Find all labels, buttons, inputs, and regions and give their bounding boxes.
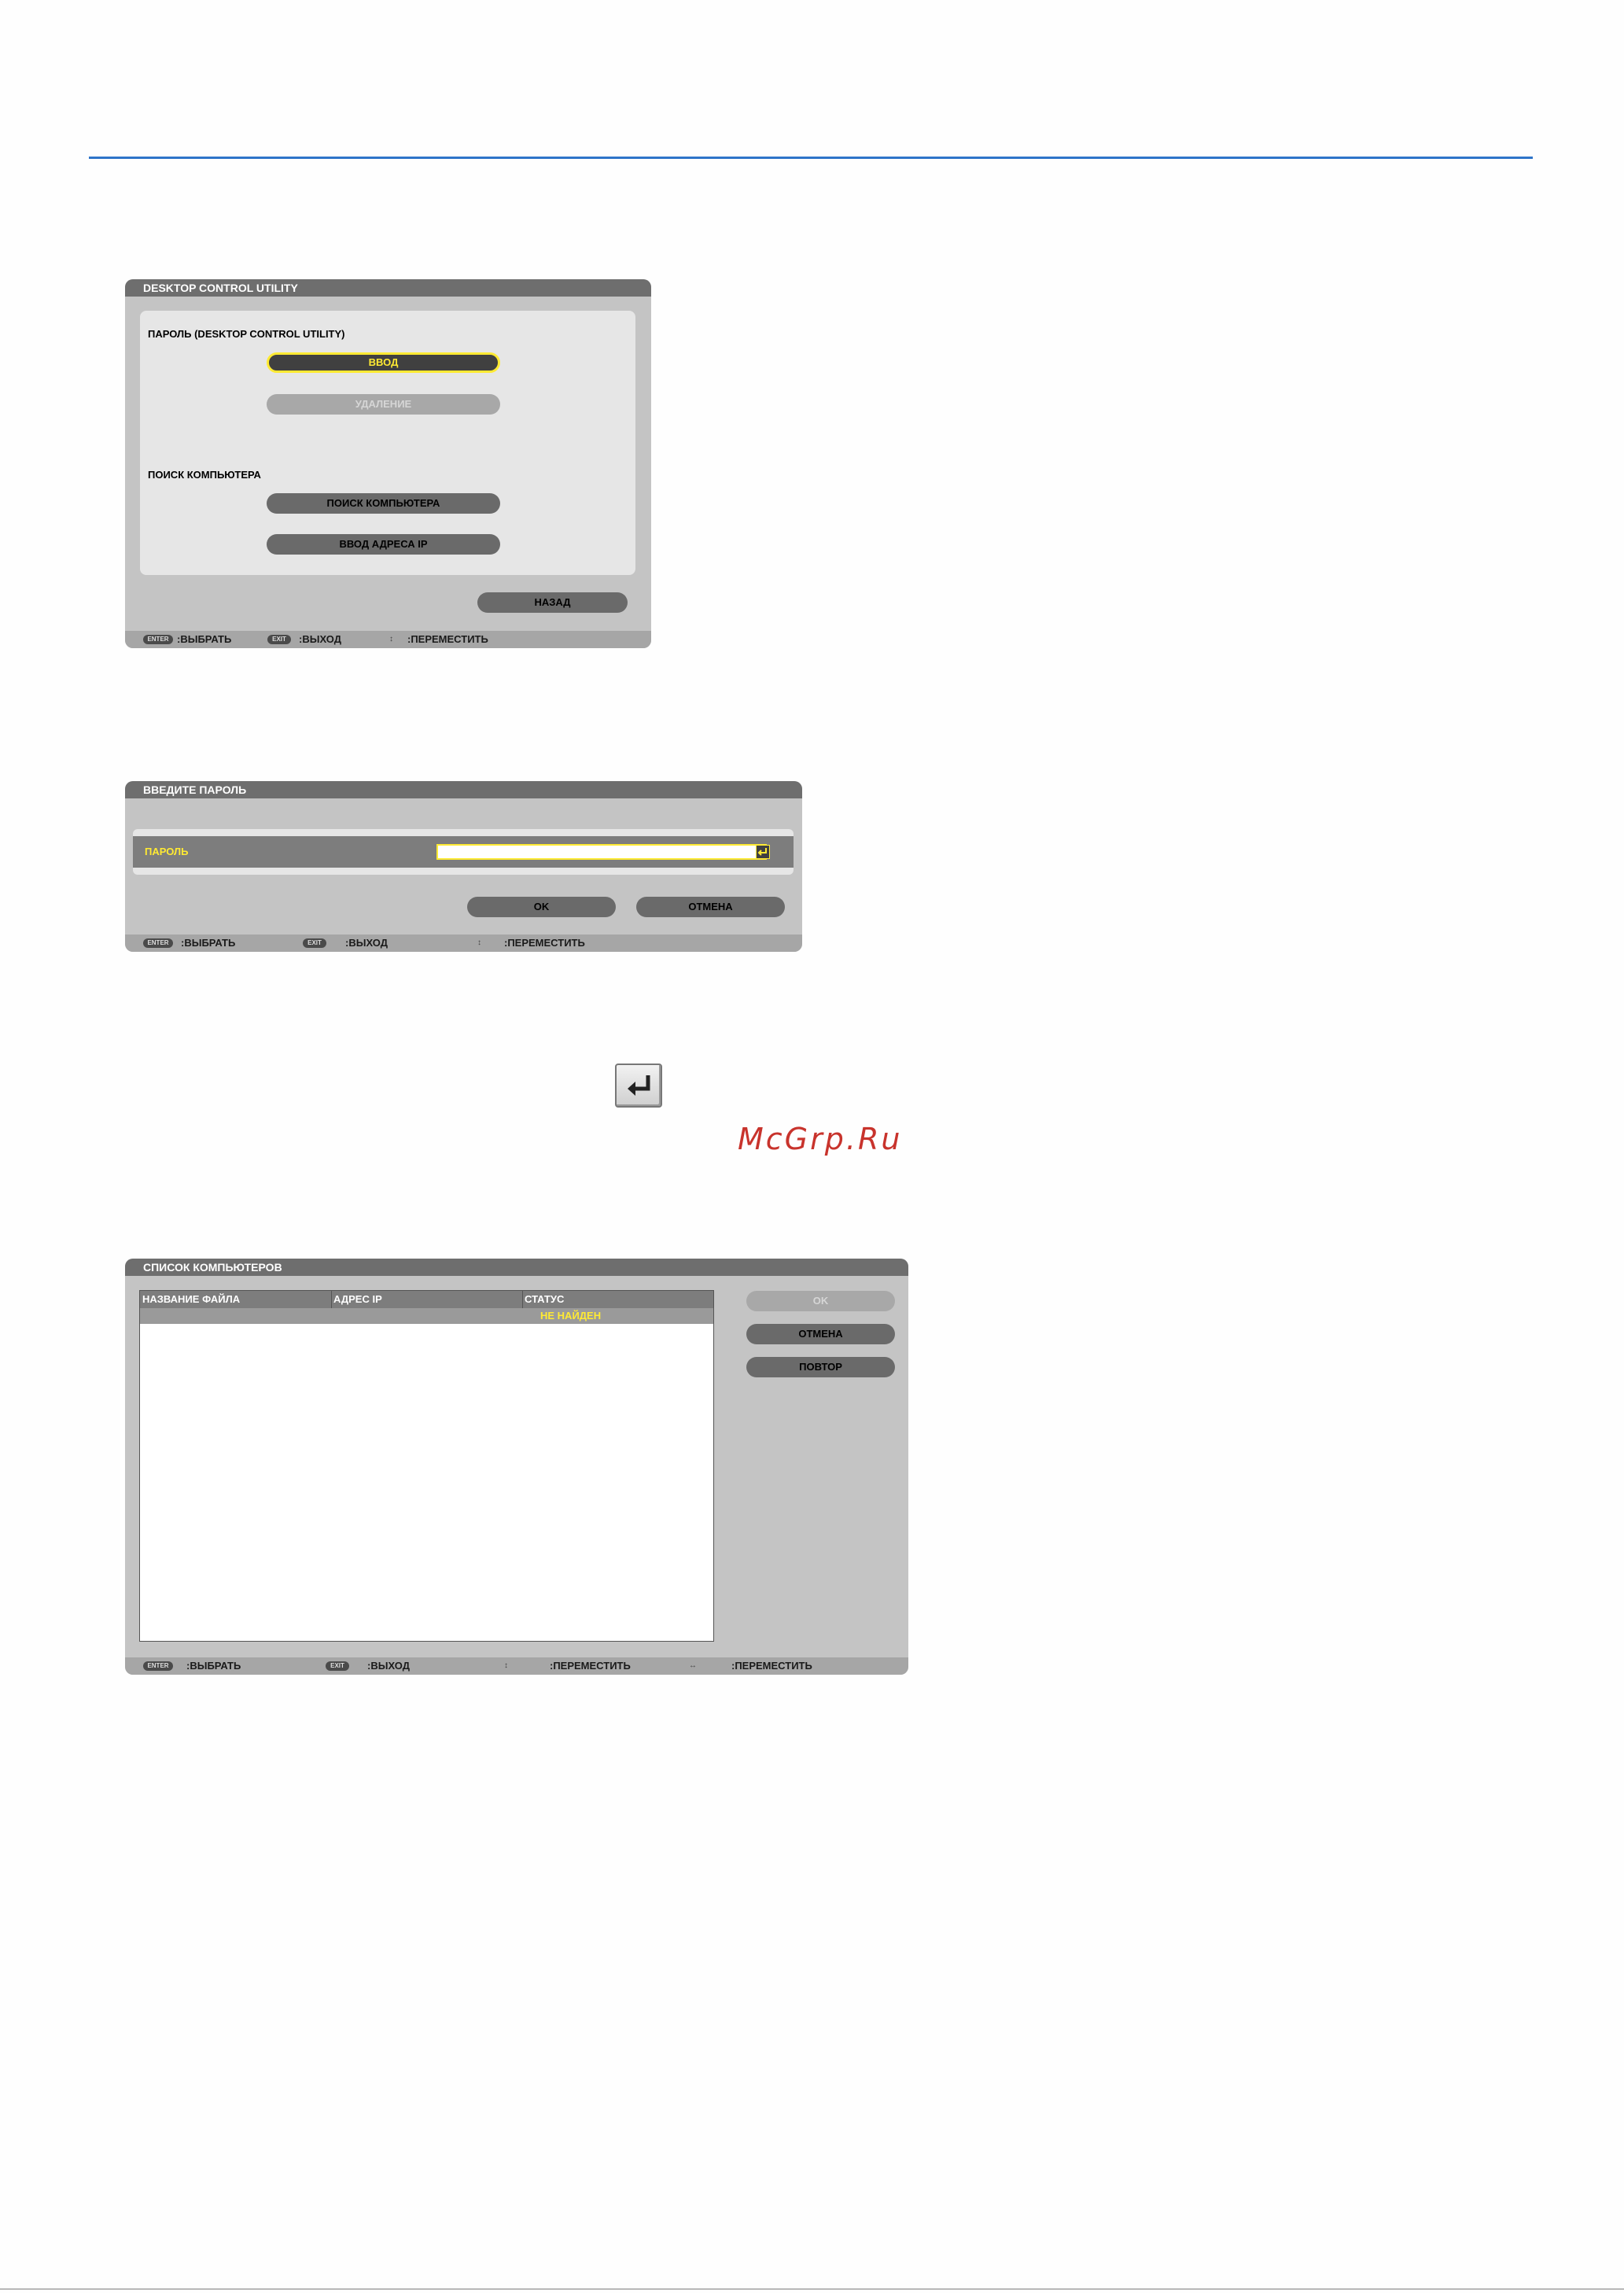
column-header-ip[interactable]: АДРЕС IP [333,1291,382,1308]
footer-select-hint: :ВЫБРАТЬ [186,1660,241,1672]
enter-confirm-icon[interactable] [756,845,770,859]
enter-ip-address-button[interactable]: ВВОД АДРЕСА IP [267,534,500,555]
column-divider [331,1291,332,1308]
ok-button[interactable]: OK [746,1291,895,1311]
enter-password-dialog: ВВЕДИТЕ ПАРОЛЬ ПАРОЛЬ OK ОТМЕНА ENTER :В… [125,781,802,952]
return-arrow-icon [615,1064,662,1108]
footer-select-hint: :ВЫБРАТЬ [181,937,236,949]
enter-key-badge: ENTER [143,1661,173,1671]
dialog-title: ВВЕДИТЕ ПАРОЛЬ [125,781,802,798]
cancel-button[interactable]: ОТМЕНА [636,897,785,917]
table-row[interactable]: НЕ НАЙДЕН [140,1308,713,1324]
delete-password-button[interactable]: УДАЛЕНИЕ [267,394,500,415]
search-section-label: ПОИСК КОМПЬЮТЕРА [148,469,261,481]
up-down-arrows-icon: ↕ [477,938,481,947]
exit-key-badge: EXIT [267,635,291,644]
dialog-footer: ENTER :ВЫБРАТЬ EXIT :ВЫХОД ↕ :ПЕРЕМЕСТИТ… [125,935,802,952]
watermark-text: McGrp.Ru [738,1122,903,1156]
dialog-footer: ENTER :ВЫБРАТЬ EXIT :ВЫХОД ↕ :ПЕРЕМЕСТИТ… [125,631,651,648]
dialog-title: СПИСОК КОМПЬЮТЕРОВ [125,1259,908,1276]
footer-select-hint: :ВЫБРАТЬ [177,633,232,645]
exit-key-badge: EXIT [326,1661,349,1671]
up-down-arrows-icon: ↕ [389,635,393,643]
footer-move-lr-hint: :ПЕРЕМЕСТИТЬ [731,1660,812,1672]
enter-password-button[interactable]: ВВОД [267,352,500,373]
column-header-filename[interactable]: НАЗВАНИЕ ФАЙЛА [142,1291,240,1308]
exit-key-badge: EXIT [303,938,326,948]
cancel-button[interactable]: ОТМЕНА [746,1324,895,1344]
back-button[interactable]: НАЗАД [477,592,628,613]
footer-exit-hint: :ВЫХОД [367,1660,410,1672]
dialog-footer: ENTER :ВЫБРАТЬ EXIT :ВЫХОД ↕ :ПЕРЕМЕСТИТ… [125,1657,908,1675]
footer-move-hint: :ПЕРЕМЕСТИТЬ [504,937,585,949]
footer-move-hint: :ПЕРЕМЕСТИТЬ [407,633,488,645]
password-label: ПАРОЛЬ [145,846,189,857]
header-rule [89,157,1533,159]
table-header: НАЗВАНИЕ ФАЙЛА АДРЕС IP СТАТУС [140,1291,713,1308]
left-right-arrows-icon: ↔ [689,1661,697,1670]
dialog-title: DESKTOP CONTROL UTILITY [125,279,651,297]
column-header-status[interactable]: СТАТУС [525,1291,564,1308]
enter-key-badge: ENTER [143,635,173,644]
footer-exit-hint: :ВЫХОД [299,633,341,645]
computer-list-table[interactable]: НАЗВАНИЕ ФАЙЛА АДРЕС IP СТАТУС НЕ НАЙДЕН [139,1290,714,1642]
column-divider [522,1291,523,1308]
footer-move-hint: :ПЕРЕМЕСТИТЬ [550,1660,631,1672]
retry-button[interactable]: ПОВТОР [746,1357,895,1377]
footer-exit-hint: :ВЫХОД [345,937,388,949]
password-section-label: ПАРОЛЬ (DESKTOP CONTROL UTILITY) [148,328,345,340]
password-input[interactable] [436,844,767,860]
enter-key-badge: ENTER [143,938,173,948]
computer-list-dialog: СПИСОК КОМПЬЮТЕРОВ НАЗВАНИЕ ФАЙЛА АДРЕС … [125,1259,908,1675]
row-status: НЕ НАЙДЕН [540,1310,602,1322]
search-computer-button[interactable]: ПОИСК КОМПЬЮТЕРА [267,493,500,514]
footer-rule [0,2288,1624,2290]
up-down-arrows-icon: ↕ [504,1661,508,1670]
ok-button[interactable]: OK [467,897,616,917]
desktop-control-utility-dialog: DESKTOP CONTROL UTILITY ПАРОЛЬ (DESKTOP … [125,279,651,648]
